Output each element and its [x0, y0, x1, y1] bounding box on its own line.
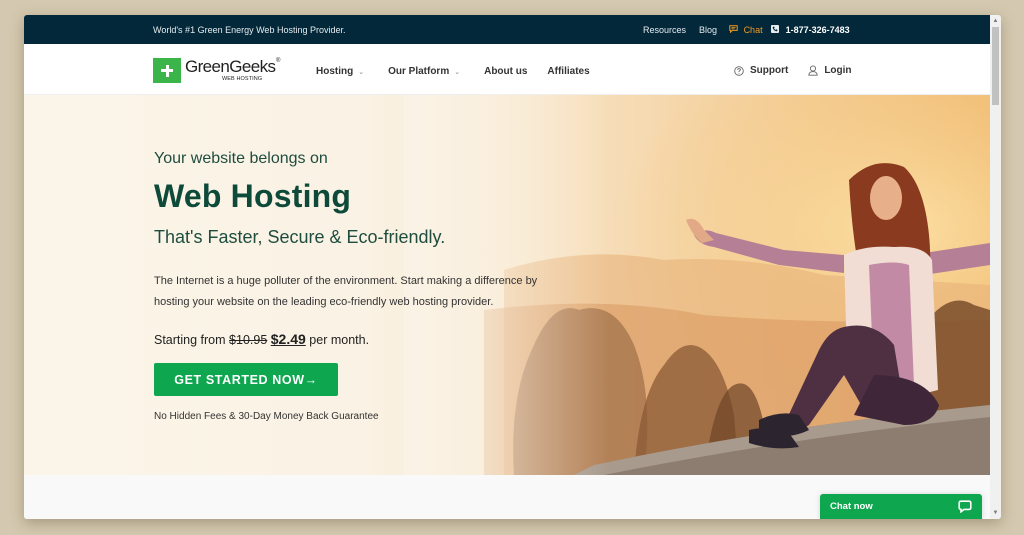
- nav-account-links: Support Login: [734, 65, 852, 76]
- chat-bubble-icon: [958, 500, 972, 513]
- chat-link-label: Chat: [743, 25, 763, 35]
- user-icon: [808, 65, 819, 76]
- chat-now-widget[interactable]: Chat now: [820, 494, 982, 519]
- top-bar: World's #1 Green Energy Web Hosting Prov…: [24, 15, 990, 44]
- nav-item-affiliates[interactable]: Affiliates: [547, 66, 589, 77]
- support-link[interactable]: Support: [734, 65, 788, 76]
- logo-wordmark: GreenGeeks ® WEB HOSTING: [185, 57, 280, 82]
- main-nav: GreenGeeks ® WEB HOSTING Hosting ⌄ Our P…: [24, 44, 990, 95]
- logo-subtitle: WEB HOSTING: [222, 76, 263, 82]
- login-label: Login: [824, 65, 852, 76]
- nav-menu: Hosting ⌄ Our Platform ⌄ About us Affili…: [316, 66, 590, 77]
- chevron-down-icon: ⌄: [358, 68, 365, 76]
- nav-item-label: Hosting: [316, 66, 354, 77]
- top-bar-tagline: World's #1 Green Energy Web Hosting Prov…: [153, 25, 346, 35]
- nav-item-hosting[interactable]: Hosting ⌄: [316, 66, 364, 77]
- question-circle-icon: [734, 65, 744, 76]
- hero-title: Web Hosting: [154, 178, 352, 214]
- hero-description-line-1: The Internet is a huge polluter of the e…: [154, 275, 538, 287]
- logo-name: GreenGeeks: [185, 57, 276, 76]
- hero-subtitle: That's Faster, Secure & Eco-friendly.: [154, 227, 446, 247]
- chevron-down-icon: ⌄: [454, 68, 461, 76]
- chat-bubble-icon: [729, 25, 738, 34]
- logo-registered-mark: ®: [275, 58, 281, 64]
- price-old: $10.95: [229, 333, 268, 347]
- hero-section: Your website belongs on Web Hosting That…: [24, 95, 990, 475]
- price-prefix: Starting from: [154, 333, 226, 347]
- scroll-down-arrow-icon[interactable]: ▼: [990, 507, 1001, 519]
- resources-link[interactable]: Resources: [643, 25, 686, 35]
- hero-description-line-2: hosting your website on the leading eco-…: [154, 296, 494, 308]
- chat-link[interactable]: Chat: [729, 25, 763, 35]
- nav-item-about-us[interactable]: About us: [484, 66, 527, 77]
- login-link[interactable]: Login: [808, 65, 852, 76]
- page-viewport: World's #1 Green Energy Web Hosting Prov…: [24, 15, 990, 519]
- phone-number-link[interactable]: 1-877-326-7483: [786, 25, 850, 35]
- browser-window: World's #1 Green Energy Web Hosting Prov…: [24, 15, 1001, 519]
- nav-item-our-platform[interactable]: Our Platform ⌄: [388, 66, 460, 77]
- hero-description: The Internet is a huge polluter of the e…: [154, 271, 537, 313]
- get-started-button[interactable]: GET STARTED NOW→: [154, 363, 338, 396]
- blog-link[interactable]: Blog: [699, 25, 717, 35]
- nav-item-label: Our Platform: [388, 66, 450, 77]
- logo-plus-icon: [153, 58, 181, 83]
- phone-icon: [770, 25, 779, 35]
- price-new: $2.49: [270, 331, 306, 347]
- greengeeks-logo[interactable]: GreenGeeks ® WEB HOSTING: [153, 57, 280, 83]
- price-suffix: per month.: [309, 333, 370, 347]
- scrollbar-thumb[interactable]: [992, 27, 999, 105]
- hero-kicker: Your website belongs on: [154, 150, 328, 167]
- nav-item-label: Affiliates: [547, 66, 590, 77]
- nav-item-label: About us: [484, 66, 528, 77]
- scroll-up-arrow-icon[interactable]: ▲: [990, 15, 1001, 27]
- hero-price: Starting from $10.95 $2.49 per month.: [154, 331, 369, 347]
- vertical-scrollbar[interactable]: ▲ ▼: [990, 15, 1001, 519]
- support-label: Support: [750, 65, 789, 76]
- top-bar-links: Resources Blog Chat 1-877-326-7483: [643, 25, 850, 35]
- hero-guarantee: No Hidden Fees & 30-Day Money Back Guara…: [154, 411, 379, 422]
- chat-now-label: Chat now: [830, 501, 873, 512]
